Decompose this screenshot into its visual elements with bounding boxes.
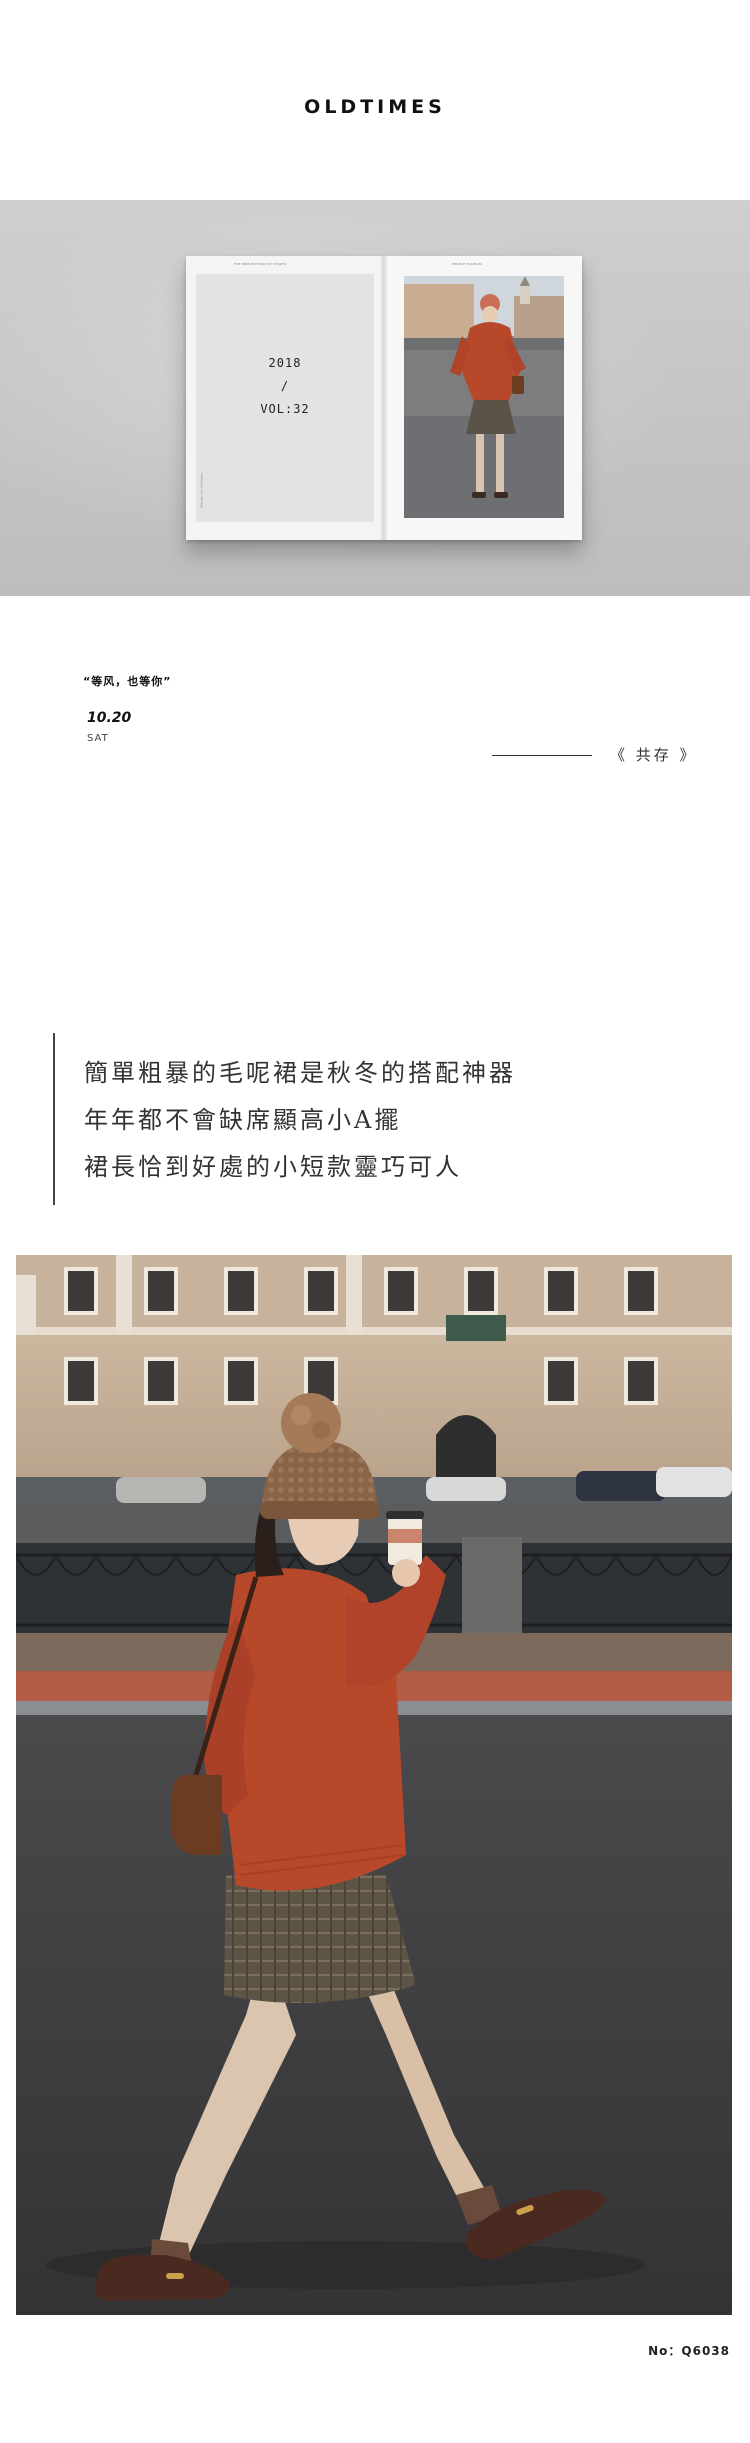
magazine-mockup: THE NEW EDITION OF STORYS 2018 / VOL:32 … [186, 256, 582, 540]
magazine-slash: / [280, 379, 290, 393]
magazine-volume: VOL:32 [260, 402, 310, 416]
divider-line [492, 755, 592, 756]
description-accent-bar [53, 1033, 55, 1205]
magazine-photo-illustration [404, 276, 564, 518]
brand-logo: OLDTIMES [304, 96, 446, 118]
magazine-left-header: THE NEW EDITION OF STORYS [234, 262, 287, 266]
description-line: 簡單粗暴的毛呢裙是秋冬的搭配神器 [84, 1059, 516, 1087]
section-title: 《 共存 》 [610, 746, 698, 764]
description-line: 年年都不會缺席顯高小A擺 [84, 1106, 402, 1134]
post-date: 10.20 [87, 710, 132, 726]
magazine-left-page: THE NEW EDITION OF STORYS 2018 / VOL:32 … [186, 256, 384, 540]
product-photo [16, 1255, 732, 2315]
post-quote: “等风，也等你” [83, 675, 172, 688]
product-code: No：Q6038 [648, 2344, 730, 2358]
magazine-right-header: PEOPLE FASHION [452, 262, 482, 266]
magazine-side-text: Design by Oldtimes [199, 472, 204, 508]
post-weekday: SAT [87, 733, 109, 744]
magazine-cover-panel: 2018 / VOL:32 Design by Oldtimes [196, 274, 374, 522]
magazine-photo [404, 276, 564, 518]
product-photo-illustration [16, 1255, 732, 2315]
magazine-right-page: PEOPLE FASHION [384, 256, 582, 540]
description-line: 裙長恰到好處的小短款靈巧可人 [84, 1153, 462, 1181]
magazine-year: 2018 [268, 356, 302, 370]
magazine-spine [380, 256, 388, 540]
magazine-banner: THE NEW EDITION OF STORYS 2018 / VOL:32 … [0, 200, 750, 596]
